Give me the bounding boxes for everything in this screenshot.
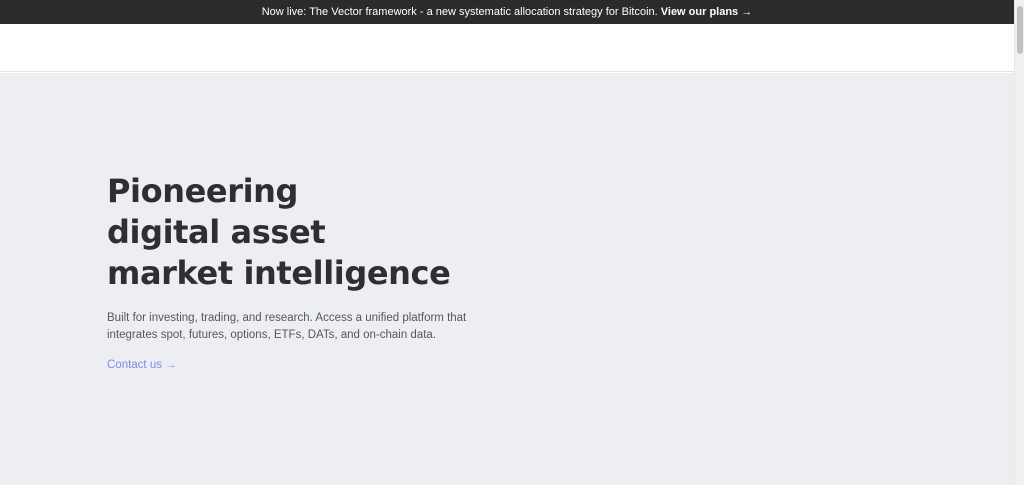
scrollbar[interactable] bbox=[1014, 0, 1024, 485]
view-plans-link[interactable]: View our plans → bbox=[661, 6, 753, 18]
hero-description: Built for investing, trading, and resear… bbox=[107, 312, 467, 341]
hero-section: Pioneering digital asset market intellig… bbox=[0, 73, 1014, 485]
page: Now live: The Vector framework - a new s… bbox=[0, 0, 1024, 485]
hero-title: Pioneering digital asset market intellig… bbox=[107, 171, 527, 294]
scrollbar-thumb[interactable] bbox=[1017, 6, 1023, 54]
hero-title-line: Pioneering bbox=[107, 172, 299, 210]
hero-title-line: digital asset bbox=[107, 213, 326, 251]
announcement-bar: Now live: The Vector framework - a new s… bbox=[0, 0, 1014, 24]
announcement-text: Now live: The Vector framework - a new s… bbox=[261, 6, 661, 18]
hero-title-line: market intelligence bbox=[107, 254, 451, 292]
navbar bbox=[0, 24, 1014, 72]
contact-us-link[interactable]: Contact us → bbox=[107, 359, 177, 371]
